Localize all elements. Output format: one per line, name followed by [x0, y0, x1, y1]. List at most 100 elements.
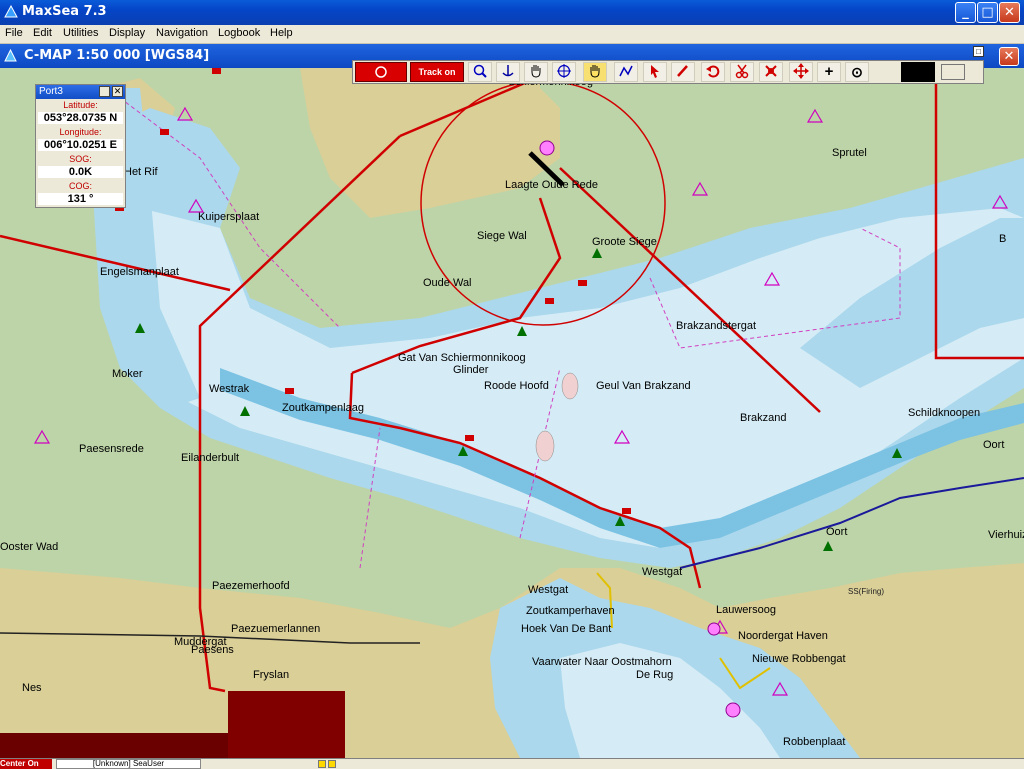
record-icon: [375, 66, 387, 78]
port-panel-restore[interactable]: [99, 86, 110, 97]
anchor-button[interactable]: [496, 62, 520, 82]
record-button[interactable]: [355, 62, 407, 82]
label-nieuwe-robbengat: Nieuwe Robbengat: [752, 653, 846, 665]
label-brakzandstergat: Brakzandstergat: [676, 320, 757, 332]
label-paezuemerlannen: Paezuemerlannen: [231, 623, 321, 635]
maxsea-app-icon: [4, 5, 18, 18]
status-bar: Center On [Unknown] SeaUser: [0, 758, 1024, 769]
label-groote-siege: Groote Siege: [592, 236, 657, 248]
label-westgat: Westgat: [528, 584, 569, 596]
label-sprutel: Sprutel: [832, 147, 867, 159]
nautical-chart-map[interactable]: Schiermonnikoog Sprutel Laagte Oude Rede…: [0, 68, 1024, 758]
undo-button[interactable]: [701, 62, 725, 82]
label-zoutkampenlaag: Zoutkampenlaag: [282, 402, 364, 414]
title-bar: MaxSea 7.3 _ □ ✕: [0, 0, 1024, 25]
status-indicator-1: [318, 760, 326, 768]
label-robbenplaat: Robbenplaat: [783, 736, 846, 748]
latitude-value: 053°28.0735 N: [38, 112, 123, 124]
label-schildknoopen: Schildknoopen: [908, 407, 981, 419]
menu-help[interactable]: Help: [270, 27, 293, 39]
label-engelsmanplaat: Engelsmanplaat: [100, 266, 179, 278]
port-info-panel: Port3 ✕ Latitude: 053°28.0735 N Longitud…: [35, 84, 126, 208]
move-button[interactable]: [789, 62, 813, 82]
pointer-button[interactable]: [643, 62, 667, 82]
mark-button[interactable]: [759, 62, 783, 82]
menu-navigation[interactable]: Navigation: [156, 27, 208, 39]
close-button[interactable]: ✕: [999, 2, 1020, 23]
label-paezemerhoofd: Paezemerhoofd: [212, 580, 290, 592]
menu-file[interactable]: File: [5, 27, 23, 39]
maximize-button[interactable]: □: [977, 2, 998, 23]
menu-edit[interactable]: Edit: [33, 27, 52, 39]
label-paesens: Paesens: [191, 644, 234, 656]
menu-display[interactable]: Display: [109, 27, 145, 39]
cog-label: COG:: [68, 181, 92, 191]
restricted-area-block: [228, 691, 345, 758]
chart-restore-button[interactable]: □: [973, 46, 984, 57]
chart-toolbar: Track on + ⊙: [352, 60, 984, 84]
label-gat-van-schiermonnikoog: Gat Van Schiermonnikoog: [398, 352, 526, 364]
label-paesensrede: Paesensrede: [79, 443, 144, 455]
window-title: MaxSea 7.3: [22, 4, 107, 19]
color-swatch: [901, 62, 935, 82]
status-indicator-2: [328, 760, 336, 768]
label-roode-hoofd: Roode Hoofd: [484, 380, 549, 392]
center-button[interactable]: [552, 62, 576, 82]
pan-hand-icon: [531, 65, 541, 78]
anchor-icon: [502, 65, 514, 77]
route-button[interactable]: [614, 62, 638, 82]
plus-button[interactable]: +: [817, 62, 841, 82]
chart-icon: [4, 49, 17, 62]
longitude-value: 006°10.0251 E: [38, 139, 123, 151]
minimize-button[interactable]: _: [955, 2, 976, 23]
scissors-icon: [735, 64, 749, 79]
select-hand-button[interactable]: [583, 62, 607, 82]
center-crosshair-icon: [557, 64, 571, 78]
select-hand-icon: [590, 65, 600, 78]
label-westgat-2: Westgat: [642, 566, 683, 578]
label-oort-right: Oort: [983, 439, 1005, 451]
zoom-button[interactable]: [468, 62, 492, 82]
window-layout-button[interactable]: [941, 64, 965, 80]
chart-close-button[interactable]: ✕: [999, 47, 1019, 66]
label-de-rug: De Rug: [636, 669, 674, 681]
mark-icon: [765, 65, 777, 77]
pointer-icon: [651, 65, 659, 78]
pan-hand-button[interactable]: [524, 62, 548, 82]
label-noordergat-haven: Noordergat Haven: [738, 630, 828, 642]
label-ss-firing: SS(Firing): [848, 587, 885, 596]
track-on-button[interactable]: Track on: [410, 62, 464, 82]
port-panel-close[interactable]: ✕: [112, 86, 123, 97]
sog-label: SOG:: [69, 154, 92, 164]
label-hoek-van-de-bant: Hoek Van De Bant: [521, 623, 612, 635]
target-button[interactable]: ⊙: [845, 62, 869, 82]
menu-utilities[interactable]: Utilities: [63, 27, 98, 39]
undo-icon: [706, 65, 720, 78]
label-oude-wal: Oude Wal: [423, 277, 472, 289]
restricted-area: [0, 733, 228, 758]
label-brakzand: Brakzand: [740, 412, 787, 424]
label-vierhuizen: Vierhuiz: [988, 529, 1024, 541]
label-b: B: [999, 233, 1007, 245]
longitude-label: Longitude:: [59, 127, 102, 137]
label-zoutkamperhaven: Zoutkamperhaven: [526, 605, 615, 617]
sog-value: 0.0K: [38, 166, 123, 178]
pencil-icon: [677, 65, 688, 77]
label-siege-wal: Siege Wal: [477, 230, 527, 242]
route-icon: [619, 65, 633, 77]
label-westrak: Westrak: [209, 383, 250, 395]
cog-value: 131 °: [38, 193, 123, 205]
label-fryslan: Fryslan: [253, 669, 290, 681]
label-kuipersplaat: Kuipersplaat: [198, 211, 260, 223]
label-moker: Moker: [112, 368, 143, 380]
label-nes: Nes: [22, 682, 42, 694]
scissors-button[interactable]: [730, 62, 754, 82]
chart-window-title: C-MAP 1:50 000 [WGS84]: [24, 48, 210, 63]
label-het-rif: Het Rif: [124, 166, 158, 178]
port-panel-title: Port3: [39, 86, 63, 97]
label-ooster-wad: Ooster Wad: [0, 541, 59, 553]
menu-logbook[interactable]: Logbook: [218, 27, 260, 39]
move-icon: [793, 63, 809, 79]
pencil-button[interactable]: [671, 62, 695, 82]
label-lauwersoog: Lauwersoog: [716, 604, 776, 616]
